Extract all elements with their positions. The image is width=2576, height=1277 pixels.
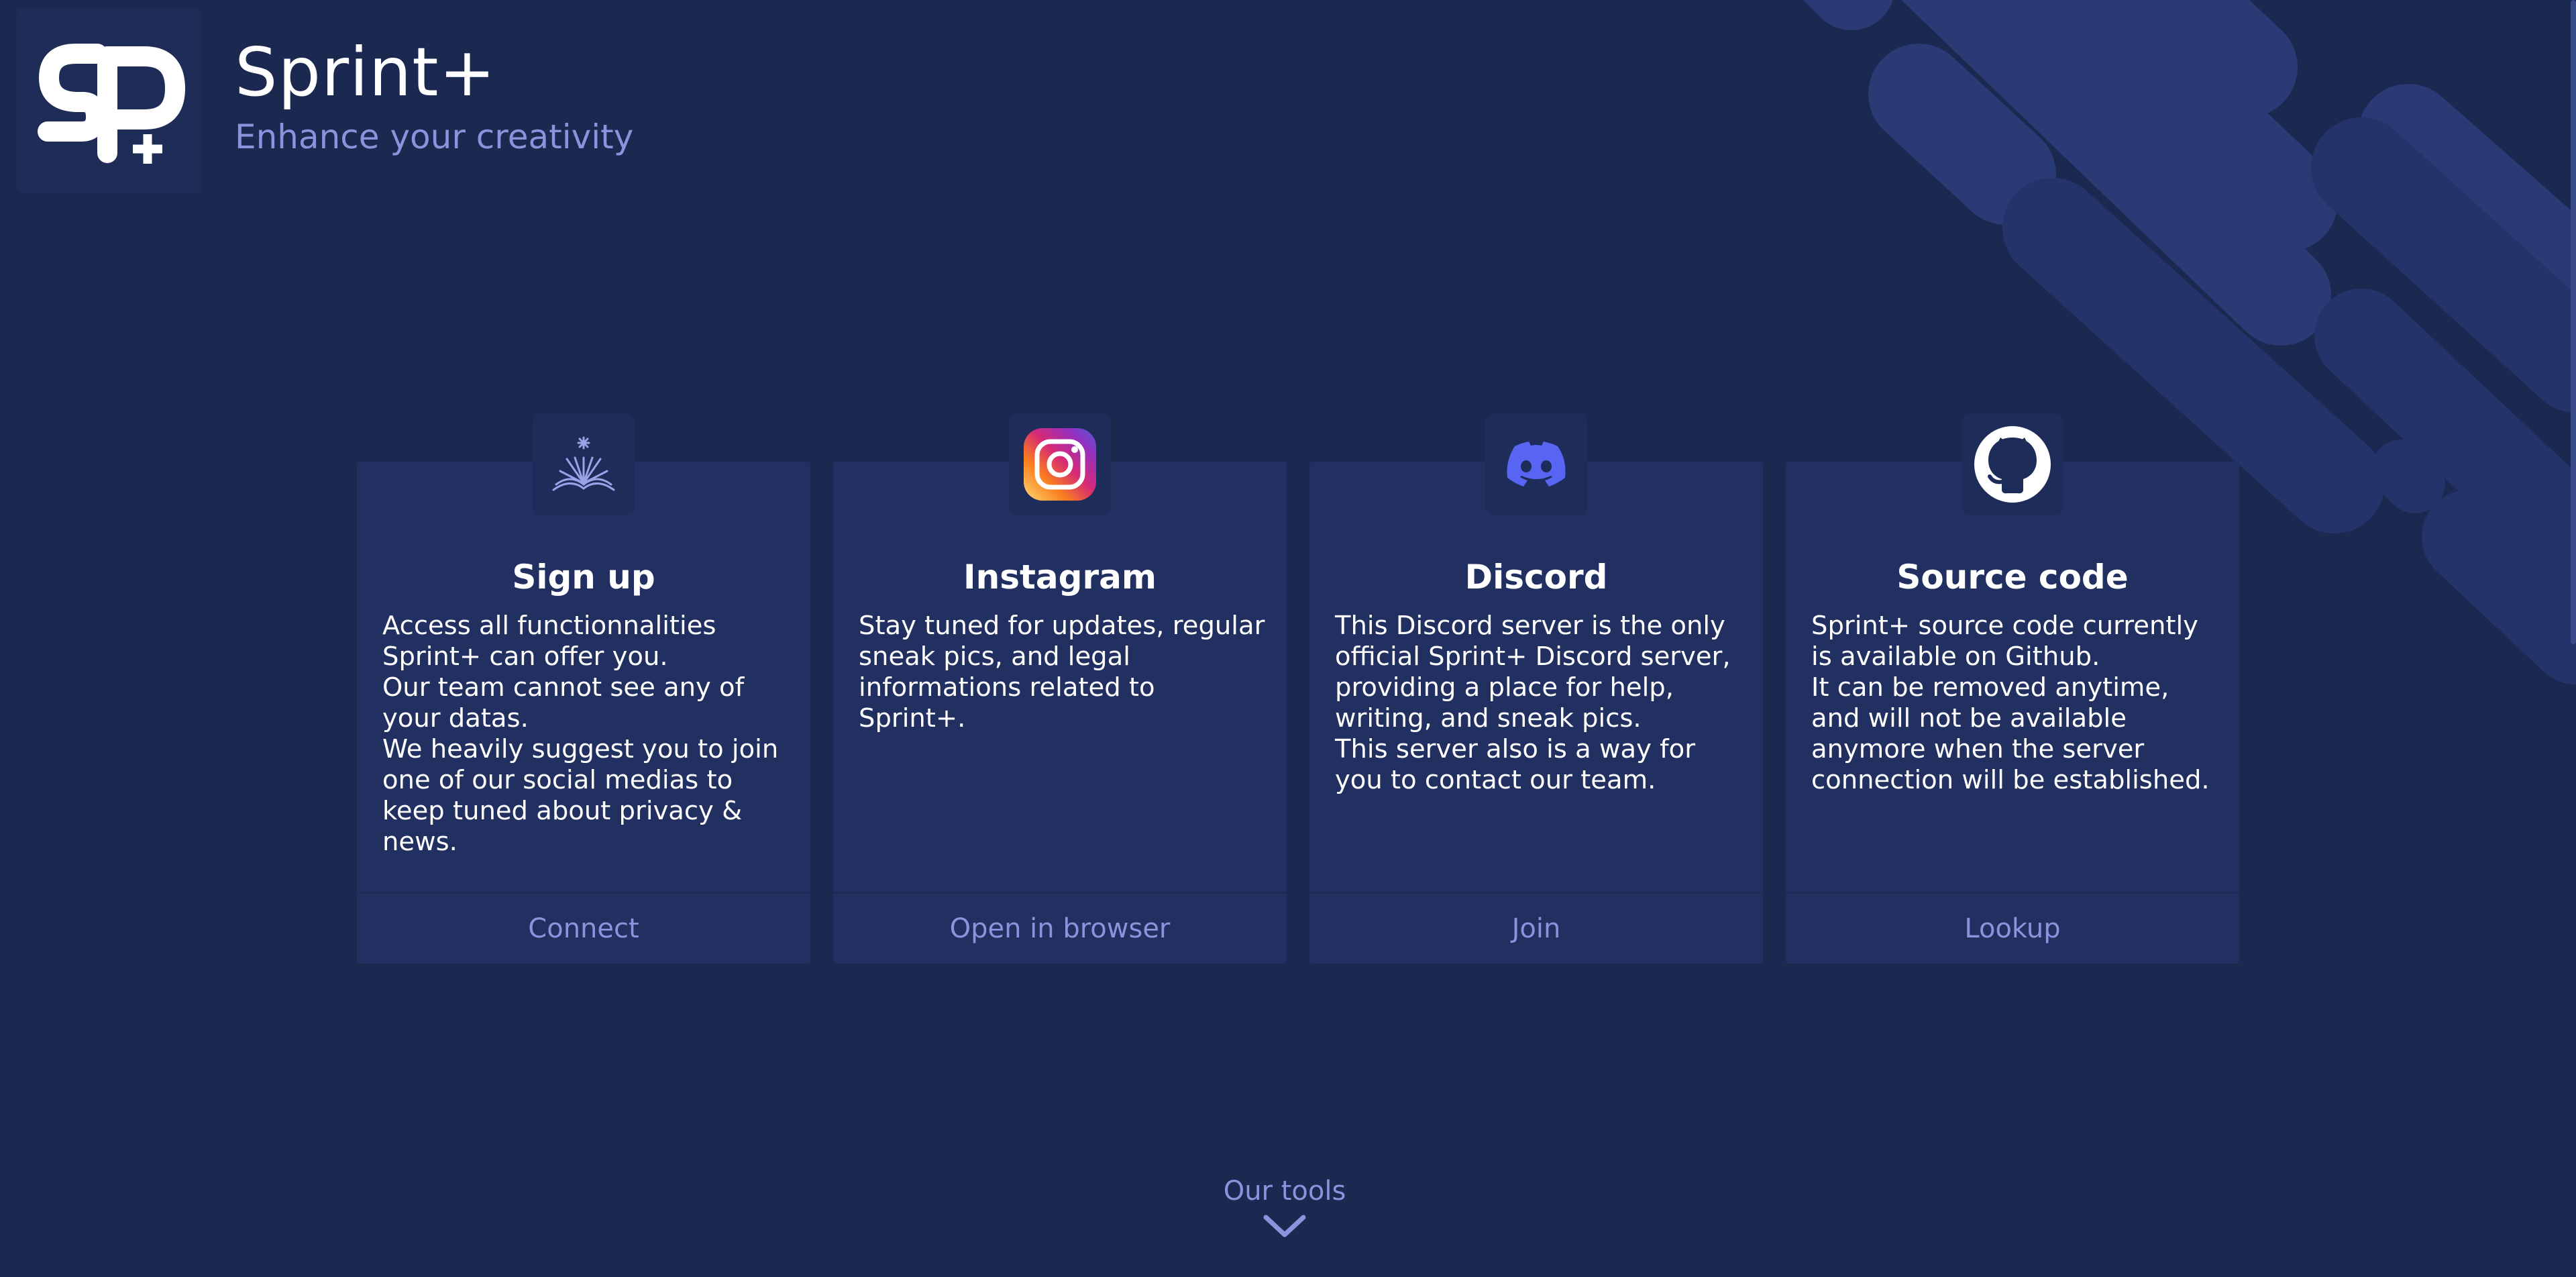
card-icon-frame <box>533 413 635 515</box>
card-source-code: Source code Sprint+ source code currentl… <box>1786 413 2239 964</box>
card-description: This Discord server is the only official… <box>1335 611 1731 795</box>
chevron-down-icon <box>1263 1215 1306 1237</box>
card-description: Stay tuned for updates, regular sneak pi… <box>859 611 1265 733</box>
brand-title: Sprint+ <box>235 33 496 111</box>
scrollbar-thumb[interactable] <box>2571 0 2576 644</box>
discord-icon <box>1507 442 1566 487</box>
logo[interactable] <box>17 8 201 193</box>
our-tools-link[interactable]: Our tools <box>1160 1174 1409 1239</box>
card-icon-frame <box>1485 413 1587 515</box>
card-instagram: Instagram Stay tuned for updates, regula… <box>833 413 1287 964</box>
card-icon-frame <box>1009 413 1111 515</box>
sprint-plus-logo-icon <box>38 44 185 164</box>
card-description: Access all functionnalities Sprint+ can … <box>382 611 779 857</box>
card-icon-frame <box>1962 413 2063 515</box>
card-description: Sprint+ source code currently is availab… <box>1811 611 2210 795</box>
card-title: Discord <box>1464 558 1608 597</box>
card-title: Source code <box>1896 558 2129 597</box>
card-discord: Discord This Discord server is the only … <box>1309 413 1763 964</box>
scrollbar[interactable] <box>2571 0 2576 1277</box>
instagram-icon <box>1024 428 1096 501</box>
card-title: Sign up <box>512 558 655 597</box>
bookspark-icon <box>552 436 615 491</box>
lookup-button[interactable]: Lookup <box>1786 892 2239 964</box>
open-in-browser-button[interactable]: Open in browser <box>833 892 1287 964</box>
join-button[interactable]: Join <box>1309 892 1763 964</box>
github-icon <box>1974 426 2051 503</box>
card-sign-up: Sign up Access all functionnalities Spri… <box>357 413 810 964</box>
page: Sprint+ Enhance your creativity Sign up … <box>0 0 2576 1277</box>
connect-button[interactable]: Connect <box>357 892 810 964</box>
our-tools-label: Our tools <box>1223 1176 1346 1207</box>
brand-subtitle: Enhance your creativity <box>235 117 634 156</box>
card-title: Instagram <box>963 558 1157 597</box>
